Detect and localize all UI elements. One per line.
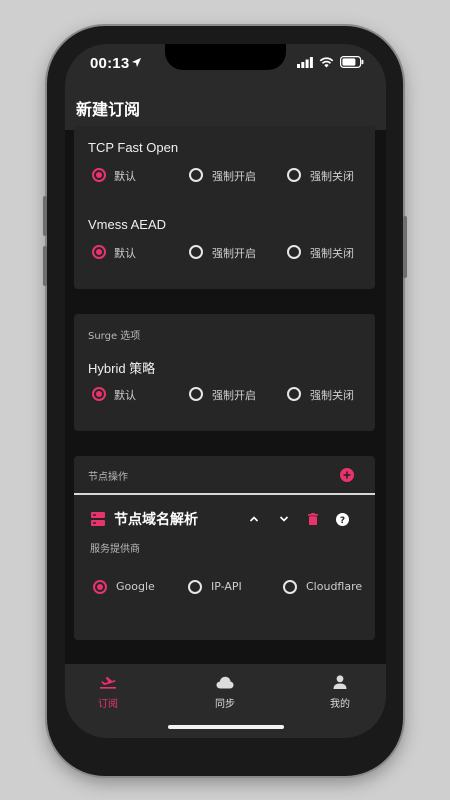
section-label-surge: Surge 选项 — [88, 331, 141, 342]
radio-force-on[interactable] — [189, 387, 203, 401]
tab-subscribe[interactable]: 订阅 — [78, 674, 138, 710]
radio-group-tcp-fast-open: 默认 强制开启 强制关闭 — [74, 164, 375, 186]
dns-server-icon — [91, 512, 105, 526]
section-label-node-ops: 节点操作 — [88, 472, 128, 483]
radio-label: 强制关闭 — [310, 247, 354, 260]
move-down-button[interactable] — [276, 511, 292, 527]
setting-title-hybrid: Hybrid 策略 — [88, 361, 156, 376]
move-up-button[interactable] — [246, 511, 262, 527]
trash-icon — [308, 513, 318, 525]
provider-label: 服务提供商 — [90, 544, 140, 555]
operation-title: 节点域名解析 — [114, 512, 198, 528]
radio-force-off[interactable] — [287, 245, 301, 259]
radio-label: 强制关闭 — [310, 389, 354, 402]
radio-ip-api[interactable] — [188, 580, 202, 594]
card-node-operations: 节点操作 节点域名解析 ? 服务提供商 Google IP-API Cloudf… — [74, 456, 375, 640]
radio-default[interactable] — [92, 168, 106, 182]
card-general: TCP Fast Open 默认 强制开启 强制关闭 Vmess AEAD 默认… — [74, 126, 375, 289]
radio-label: 默认 — [114, 389, 136, 402]
radio-default[interactable] — [92, 245, 106, 259]
status-time: 00:13 — [90, 55, 130, 72]
radio-label: 默认 — [114, 247, 136, 260]
radio-label: 默认 — [114, 170, 136, 183]
card-surge: Surge 选项 Hybrid 策略 默认 强制开启 强制关闭 — [74, 314, 375, 431]
svg-text:?: ? — [339, 516, 344, 526]
volume-button — [43, 246, 47, 286]
setting-title-vmess-aead: Vmess AEAD — [88, 217, 167, 232]
radio-label: IP-API — [211, 580, 242, 593]
radio-force-on[interactable] — [189, 245, 203, 259]
tab-me[interactable]: 我的 — [310, 674, 370, 710]
radio-label: 强制关闭 — [310, 170, 354, 183]
radio-label: Cloudflare — [306, 580, 363, 593]
radio-label: 强制开启 — [212, 389, 256, 402]
radio-label: Google — [116, 580, 155, 593]
tab-label: 我的 — [330, 699, 350, 710]
divider — [74, 493, 375, 495]
add-operation-button[interactable] — [338, 466, 356, 484]
chevron-down-icon — [279, 516, 289, 522]
tab-label: 同步 — [215, 699, 235, 710]
radio-group-hybrid: 默认 强制开启 强制关闭 — [74, 383, 375, 405]
delete-button[interactable] — [305, 511, 321, 527]
notch — [165, 44, 286, 70]
content: TCP Fast Open 默认 强制开启 强制关闭 Vmess AEAD 默认… — [65, 126, 386, 664]
location-arrow-icon — [131, 57, 142, 68]
radio-force-off[interactable] — [287, 168, 301, 182]
page-title: 新建订阅 — [76, 100, 141, 119]
radio-label: 强制开启 — [212, 247, 256, 260]
radio-group-provider: Google IP-API Cloudflare — [74, 576, 375, 598]
power-button — [403, 216, 407, 278]
tab-label: 订阅 — [98, 699, 118, 710]
tab-sync[interactable]: 同步 — [195, 674, 255, 710]
add-circle-icon — [340, 468, 354, 482]
setting-title-tcp-fast-open: TCP Fast Open — [88, 140, 179, 155]
help-circle-icon: ? — [335, 512, 349, 526]
home-indicator[interactable] — [168, 725, 284, 729]
cellular-signal-icon — [297, 56, 313, 68]
volume-button — [43, 196, 47, 236]
status-icons — [297, 56, 364, 68]
airplane-icon — [100, 677, 116, 689]
radio-default[interactable] — [92, 387, 106, 401]
help-button[interactable]: ? — [334, 511, 350, 527]
screen: 00:13 新建订阅 TCP Fast Open 默认 强制开启 强制关闭 Vm… — [65, 44, 386, 738]
radio-force-on[interactable] — [189, 168, 203, 182]
radio-google[interactable] — [93, 580, 107, 594]
person-icon — [333, 675, 347, 689]
battery-icon — [340, 56, 364, 68]
cloud-icon — [216, 676, 234, 689]
radio-group-vmess-aead: 默认 强制开启 强制关闭 — [74, 241, 375, 263]
radio-force-off[interactable] — [287, 387, 301, 401]
wifi-icon — [319, 56, 334, 68]
radio-label: 强制开启 — [212, 170, 256, 183]
app-bar: 新建订阅 — [65, 84, 386, 130]
radio-cloudflare[interactable] — [283, 580, 297, 594]
chevron-up-icon — [249, 516, 259, 522]
